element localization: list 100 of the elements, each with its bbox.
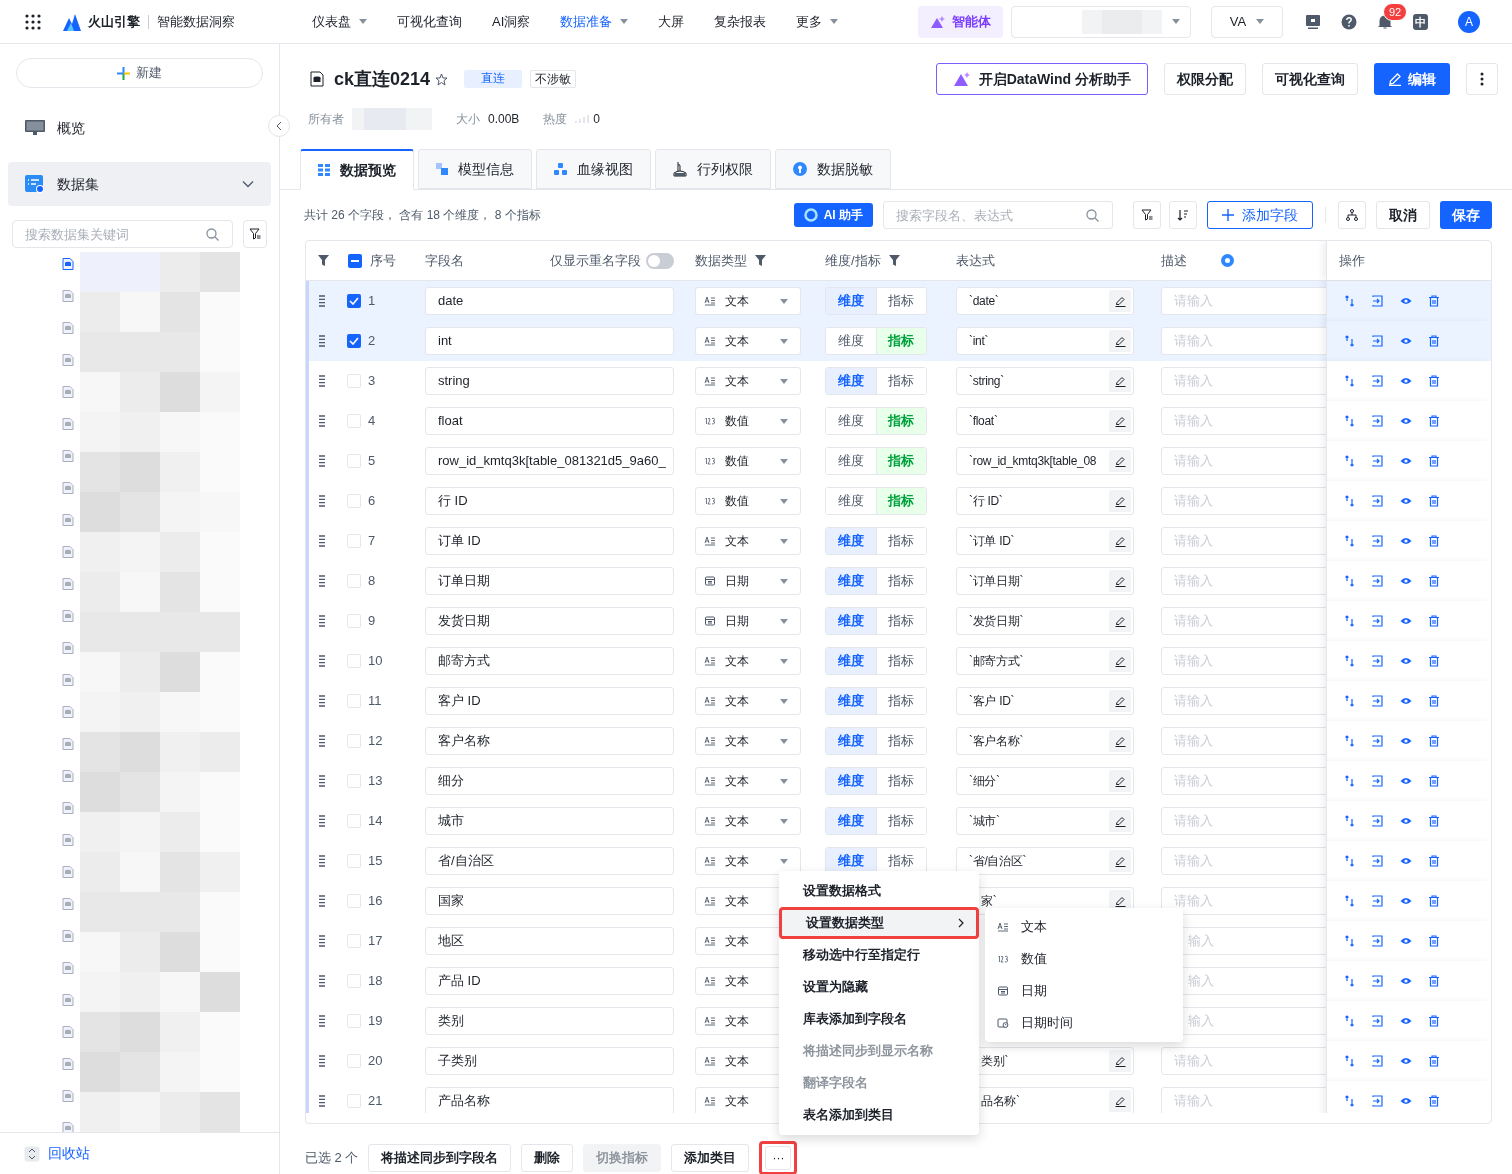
drag-handle-icon[interactable] [319, 975, 325, 987]
eye-icon[interactable] [1400, 1096, 1412, 1106]
trash-icon[interactable] [1428, 455, 1440, 467]
row-checkbox[interactable] [347, 414, 361, 428]
eye-icon[interactable] [1400, 616, 1412, 626]
eye-icon[interactable] [1400, 536, 1412, 546]
sidebar-item[interactable]: 概览 [8, 106, 271, 150]
data-type-select[interactable]: 文本 [695, 647, 801, 675]
menu-item[interactable]: 设置数据类型 [779, 907, 979, 939]
field-name-input[interactable]: 产品名称 [425, 1087, 674, 1113]
nav-item[interactable]: 大屏 [643, 0, 700, 44]
sort-arrows-icon[interactable] [1344, 455, 1356, 467]
duplicate-toggle[interactable] [646, 252, 674, 269]
header-button[interactable]: 权限分配 [1164, 63, 1246, 95]
role-option[interactable]: 指标 [875, 288, 926, 314]
tab[interactable]: 数据脱敏 [775, 149, 891, 189]
data-type-select[interactable]: 数值 [695, 447, 801, 475]
role-option[interactable]: 指标 [875, 728, 926, 754]
move-in-icon[interactable] [1372, 295, 1384, 307]
edit-expression-button[interactable] [1109, 570, 1131, 592]
role-option[interactable]: 维度 [826, 568, 876, 594]
field-name-input[interactable]: 子类别 [425, 1047, 674, 1075]
eye-icon[interactable] [1400, 456, 1412, 466]
move-in-icon[interactable] [1372, 455, 1384, 467]
edit-expression-button[interactable] [1109, 730, 1131, 752]
role-option[interactable]: 维度 [826, 688, 876, 714]
move-in-icon[interactable] [1372, 615, 1384, 627]
data-type-select[interactable]: 文本 [695, 327, 801, 355]
save-button[interactable]: 保存 [1440, 201, 1492, 229]
role-option[interactable]: 指标 [875, 688, 926, 714]
data-type-select[interactable]: 文本 [695, 527, 801, 555]
user-select[interactable]: VA [1211, 5, 1283, 38]
edit-expression-button[interactable] [1109, 490, 1131, 512]
drag-handle-icon[interactable] [319, 655, 325, 667]
move-in-icon[interactable] [1372, 935, 1384, 947]
trash-icon[interactable] [1428, 335, 1440, 347]
drag-handle-icon[interactable] [319, 1015, 325, 1027]
chevron-down-icon[interactable] [242, 180, 254, 188]
nav-item[interactable]: 数据准备 [545, 0, 644, 44]
move-in-icon[interactable] [1372, 735, 1384, 747]
sort-arrows-icon[interactable] [1344, 815, 1356, 827]
field-name-input[interactable]: 行 ID [425, 487, 674, 515]
edit-expression-button[interactable] [1109, 810, 1131, 832]
field-search[interactable]: 搜索字段名、表达式 [883, 201, 1113, 229]
trash-icon[interactable] [1428, 735, 1440, 747]
move-in-icon[interactable] [1372, 575, 1384, 587]
cancel-button[interactable]: 取消 [1376, 201, 1430, 229]
edit-expression-button[interactable] [1109, 530, 1131, 552]
star-icon[interactable] [435, 72, 449, 86]
sort-arrows-icon[interactable] [1344, 375, 1356, 387]
field-name-input[interactable]: int [425, 327, 674, 355]
drag-handle-icon[interactable] [319, 575, 325, 587]
data-type-select[interactable]: 文本 [695, 767, 801, 795]
move-in-icon[interactable] [1372, 335, 1384, 347]
select-all-checkbox[interactable] [348, 253, 362, 268]
tab[interactable]: 血缘视图 [536, 149, 651, 189]
role-option[interactable]: 维度 [826, 648, 876, 674]
row-checkbox[interactable] [347, 494, 361, 508]
sort-arrows-icon[interactable] [1344, 975, 1356, 987]
eye-icon[interactable] [1400, 776, 1412, 786]
tab[interactable]: 模型信息 [418, 149, 532, 189]
role-option[interactable]: 指标 [875, 528, 926, 554]
data-type-select[interactable]: 文本 [695, 847, 801, 875]
edit-expression-button[interactable] [1109, 290, 1131, 312]
sort-arrows-icon[interactable] [1344, 415, 1356, 427]
drag-handle-icon[interactable] [319, 615, 325, 627]
edit-expression-button[interactable] [1109, 410, 1131, 432]
edit-expression-button[interactable] [1109, 690, 1131, 712]
data-type-select[interactable]: 数值 [695, 487, 801, 515]
data-type-select[interactable]: 日期 [695, 567, 801, 595]
eye-icon[interactable] [1400, 936, 1412, 946]
row-checkbox[interactable] [347, 1054, 361, 1068]
ai-assistant-button[interactable]: AI 助手 [793, 203, 873, 227]
user-avatar[interactable]: A [1458, 10, 1480, 33]
move-in-icon[interactable] [1372, 815, 1384, 827]
filter-icon[interactable] [318, 255, 329, 266]
row-checkbox[interactable] [347, 1014, 361, 1028]
edit-expression-button[interactable] [1109, 330, 1131, 352]
row-checkbox[interactable] [347, 934, 361, 948]
role-option[interactable]: 维度 [826, 728, 876, 754]
trash-icon[interactable] [1428, 415, 1440, 427]
edit-expression-button[interactable] [1109, 770, 1131, 792]
ai-ring-icon[interactable] [1221, 254, 1234, 267]
field-name-input[interactable]: string [425, 367, 674, 395]
field-name-input[interactable]: float [425, 407, 674, 435]
sort-arrows-icon[interactable] [1344, 895, 1356, 907]
drag-handle-icon[interactable] [319, 375, 325, 387]
role-option[interactable]: 维度 [826, 528, 876, 554]
filter-icon[interactable] [755, 255, 766, 266]
nav-item[interactable]: 复杂报表 [699, 0, 782, 44]
role-option[interactable]: 维度 [826, 608, 876, 634]
move-in-icon[interactable] [1372, 855, 1384, 867]
move-in-icon[interactable] [1372, 415, 1384, 427]
role-option[interactable]: 维度 [826, 368, 876, 394]
role-option[interactable]: 维度 [826, 848, 876, 874]
sort-arrows-icon[interactable] [1344, 735, 1356, 747]
drag-handle-icon[interactable] [319, 495, 325, 507]
field-name-input[interactable]: date [425, 287, 674, 315]
sort-arrows-icon[interactable] [1344, 655, 1356, 667]
monitor-icon[interactable] [1305, 13, 1321, 30]
